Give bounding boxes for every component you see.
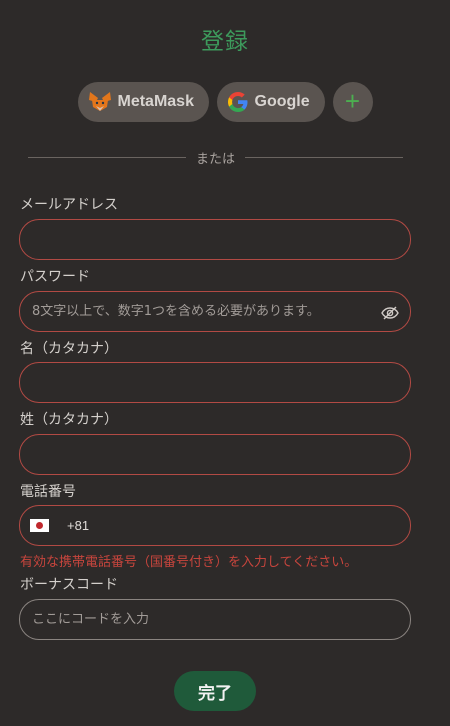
password-label: パスワード [20,269,90,285]
bonus-code-label: ボーナスコード [20,577,118,593]
first-name-field[interactable] [19,362,411,403]
email-label: メールアドレス [20,197,118,213]
phone-field[interactable]: +81 [19,505,411,546]
jp-flag-icon[interactable] [30,519,49,532]
bonus-code-input[interactable] [32,612,398,627]
divider-line-left [28,157,186,158]
first-name-label: 名（カタカナ） [20,341,118,357]
complete-button[interactable]: 完了 [174,671,256,711]
google-button[interactable]: Google [216,82,325,122]
more-login-options-button[interactable]: + [332,82,373,122]
divider-line-right [245,157,404,158]
email-input[interactable] [32,232,398,247]
metamask-label: MetaMask [117,93,194,110]
google-label: Google [254,93,310,110]
email-field[interactable] [19,219,411,260]
or-divider: または [28,148,404,167]
bonus-code-field[interactable] [19,599,411,640]
metamask-button[interactable]: MetaMask [77,82,209,122]
plus-icon: + [344,86,361,116]
last-name-input[interactable] [32,447,398,462]
phone-input[interactable] [97,518,398,533]
last-name-field[interactable] [19,434,411,475]
phone-error-message: 有効な携帯電話番号（国番号付き）を入力してください。 [20,555,358,570]
social-login-row: MetaMask Google + [0,82,450,122]
metamask-fox-icon [88,92,111,111]
phone-label: 電話番号 [20,484,76,500]
first-name-input[interactable] [32,375,398,390]
page-title: 登録 [201,29,249,55]
country-code[interactable]: +81 [67,518,89,533]
password-input[interactable] [32,304,398,319]
google-icon [227,92,247,112]
eye-slash-icon[interactable] [380,303,400,323]
last-name-label: 姓（カタカナ） [20,412,118,428]
password-field[interactable] [19,291,411,332]
divider-text: または [196,152,236,167]
